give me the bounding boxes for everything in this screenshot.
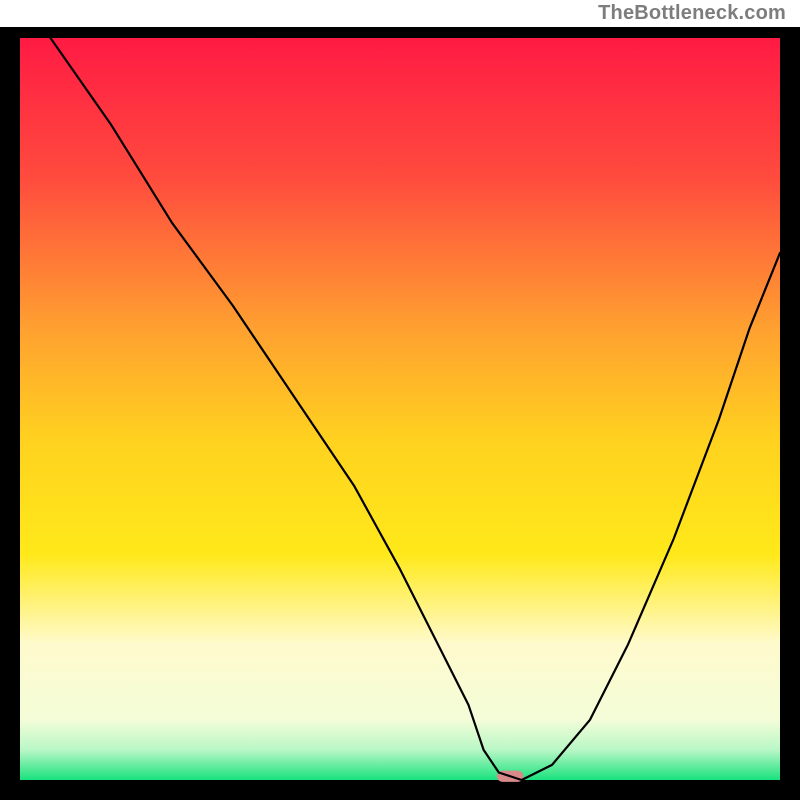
bottleneck-chart [0,0,800,800]
chart-container: TheBottleneck.com [0,0,800,800]
attribution-text: TheBottleneck.com [598,2,786,25]
